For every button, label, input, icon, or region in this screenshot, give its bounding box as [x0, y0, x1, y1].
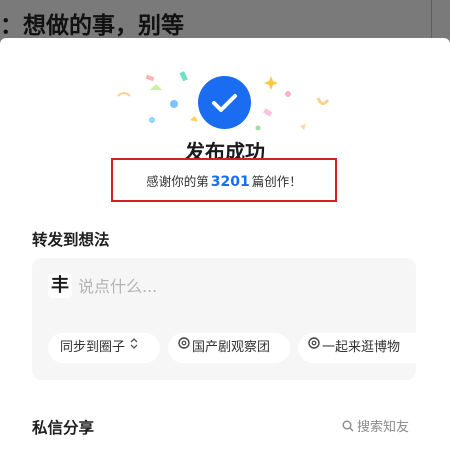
success-check-icon [198, 76, 251, 129]
circle-icon [178, 331, 190, 361]
chevron-updown-icon [130, 331, 138, 361]
comment-input[interactable] [78, 273, 378, 299]
thanks-suffix: 篇创作！ [251, 174, 302, 189]
circle-chip-label: 一起来逛博物 [322, 340, 401, 355]
sync-to-circle-label: 同步到圈子 [60, 340, 126, 355]
sync-to-circle-button[interactable]: 同步到圈子 [48, 333, 160, 363]
background-divider [431, 0, 432, 40]
circle-chip-museum[interactable]: 一起来逛博物 [298, 333, 416, 363]
thanks-highlight-box: 感谢你的第 3201 篇创作！ [111, 158, 337, 202]
thanks-message: 感谢你的第 3201 篇创作！ [113, 171, 335, 190]
background-article-title: ：想做的事，别等 [0, 13, 184, 39]
search-icon [342, 420, 354, 432]
circle-icon [308, 331, 320, 361]
dm-section-title: 私信分享 [32, 419, 95, 437]
creation-count: 3201 [210, 174, 250, 190]
search-friends-button[interactable]: 搜索知友 [342, 416, 409, 435]
forward-section-title: 转发到想法 [32, 231, 110, 249]
thanks-prefix: 感谢你的第 [146, 174, 209, 189]
page: ：想做的事，别等 发布成功 感谢你的第 3201 篇创作！ 转发到想法 丰 说点… [0, 0, 450, 450]
forward-card: 丰 同步到圈子 国产剧观察团 一起来逛博物 [32, 258, 416, 380]
circle-chip-label: 国产剧观察团 [192, 340, 271, 355]
background-article-header: ：想做的事，别等 [0, 0, 450, 40]
avatar: 丰 [48, 274, 72, 298]
search-friends-label: 搜索知友 [357, 420, 410, 435]
circle-chip-domestic-drama[interactable]: 国产剧观察团 [168, 333, 290, 363]
publish-success-modal: 发布成功 感谢你的第3201篇创作！ 转发到想法 丰 同步到圈子 国产剧观察团 … [0, 38, 450, 450]
